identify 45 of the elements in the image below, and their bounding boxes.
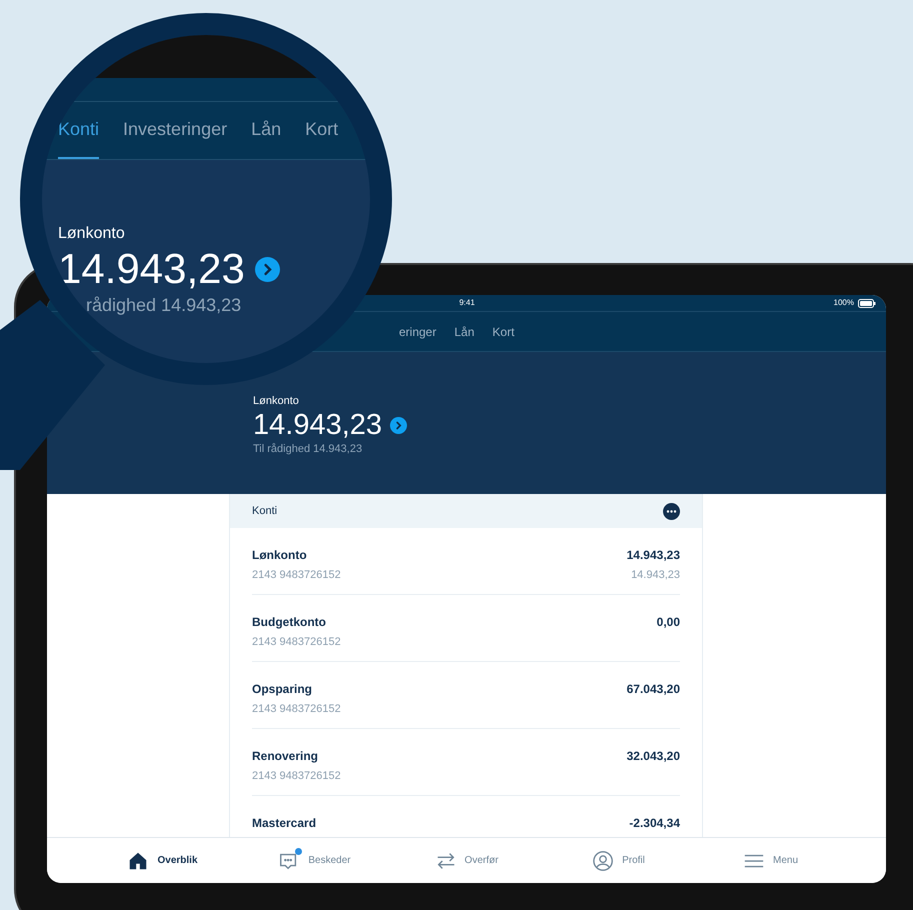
account-row[interactable]: Lønkonto 2143 9483726152 14.943,23 14.943,23 [252,528,680,595]
nav-item[interactable]: Beskeder [238,850,390,872]
profile-icon [592,850,614,872]
tab[interactable]: Investeringer [123,102,228,159]
account-row[interactable]: Opsparing 2143 9483726152 67.043,20 [252,662,680,729]
status-time: 9:41 [458,297,476,309]
tab[interactable]: eringer [399,322,436,340]
battery-percent: 100% [834,297,854,309]
account-row-name: Renovering [252,748,320,765]
tab[interactable]: Konti [58,102,100,159]
account-number: 2143 9483726152 [252,568,341,583]
card-title: Konti [252,504,278,519]
account-row-available: 14.943,23 [631,568,680,583]
account-row-name: Mastercard [252,815,316,832]
nav-item[interactable]: Overblik [86,850,238,872]
tab[interactable]: Lån [454,322,474,340]
account-balance: 14.943,23 [253,408,382,442]
account-number: 2143 9483726152 [252,702,341,717]
nav-item[interactable]: Profil [542,850,694,872]
account-number: 2143 9483726152 [252,635,341,650]
chevron-right-icon[interactable] [390,416,408,434]
account-row-balance: 14.943,23 [626,547,680,564]
account-row-balance: -2.304,34 [629,815,680,832]
account-balance: 14.943,23 [58,244,245,294]
nav-item[interactable]: Overfør [390,850,542,872]
nav-item[interactable]: Menu [694,850,846,872]
account-number: 2143 9483726152 [252,769,341,784]
more-icon[interactable] [663,502,680,520]
account-row-name: Budgetkonto [252,614,327,631]
tab[interactable]: Kort [305,102,338,159]
account-row-balance: 67.043,20 [626,681,680,698]
account-row-balance: 32.043,20 [626,748,680,765]
account-row[interactable]: Budgetkonto 2143 9483726152 0,00 [252,595,680,662]
account-row[interactable]: Renovering 2143 9483726152 32.043,20 [252,729,680,796]
battery-icon [858,298,876,308]
available-balance: Til rådighed 14.943,23 [253,442,364,456]
account-row-balance: 0,00 [656,614,680,631]
account-name: Lønkonto [253,394,300,408]
account-name: Lønkonto [58,224,126,244]
chevron-right-icon[interactable] [254,256,280,282]
available-balance: rådighed 14.943,23 [85,294,242,316]
account-row-name: Lønkonto [252,547,308,564]
tab[interactable]: Kort [492,322,514,340]
tab[interactable]: Lån [251,102,282,159]
account-row-name: Opsparing [252,681,314,698]
